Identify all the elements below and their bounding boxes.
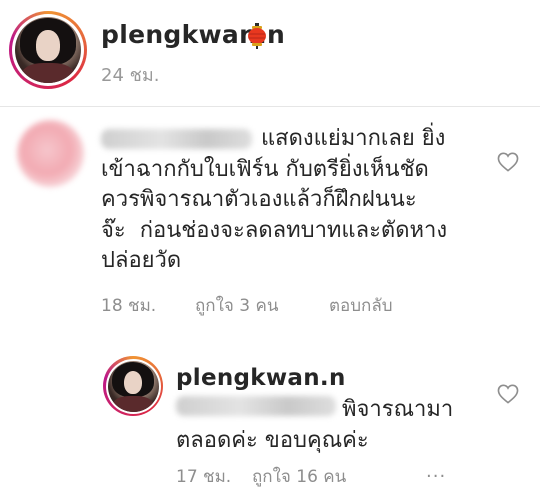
comment-time: 18 ชม. — [101, 296, 157, 316]
reply-text: พิจารณามา ตลอดค่ะ ขอบคุณค่ะ — [176, 397, 454, 453]
like-heart-icon[interactable] — [497, 152, 519, 172]
reply-story-ring[interactable] — [103, 356, 163, 416]
avatar[interactable] — [15, 17, 81, 83]
comment-meta: 18 ชม. ถูกใจ 3 คน ตอบกลับ — [101, 292, 393, 319]
more-options-icon[interactable]: ... — [426, 461, 446, 482]
reply-likes[interactable]: ถูกใจ 16 คน — [252, 463, 426, 490]
post-header: plengkwan.n 24 ชม. — [0, 0, 540, 106]
reply-avatar[interactable] — [107, 360, 159, 412]
reply-username[interactable]: plengkwan.n — [176, 365, 346, 391]
reply-button[interactable]: ตอบกลับ — [329, 292, 393, 319]
post-time: 24 ชม. — [101, 65, 160, 86]
commenter-avatar-blurred[interactable] — [17, 120, 84, 187]
story-ring[interactable] — [9, 11, 87, 89]
comment-likes[interactable]: ถูกใจ 3 คน — [195, 292, 329, 319]
reply-meta: 17 ชม. ถูกใจ 16 คน — [176, 463, 426, 490]
reply-like-heart-icon[interactable] — [497, 384, 519, 404]
divider — [0, 106, 540, 107]
red-lantern-icon — [248, 23, 266, 49]
reply-time: 17 ชม. — [176, 467, 232, 487]
comment-text: แสดงแย่มากเลย ยิ่ง เข้าฉากกับใบเฟิร์น กับ… — [101, 126, 448, 273]
